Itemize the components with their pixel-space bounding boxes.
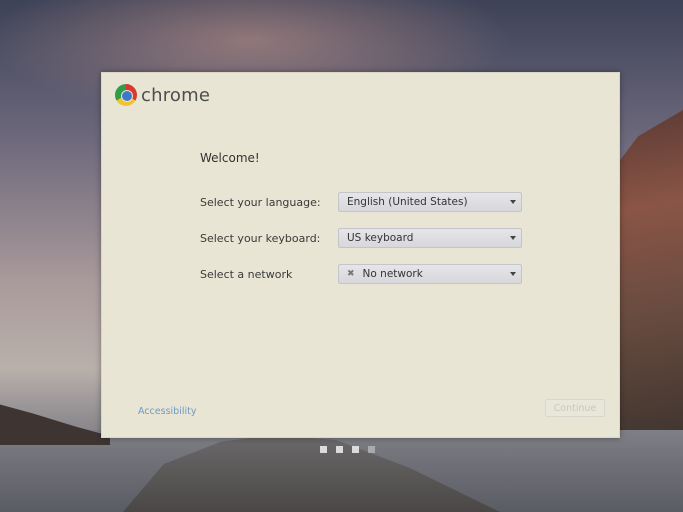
- step-dot: [352, 446, 359, 453]
- chevron-down-icon: [510, 236, 516, 240]
- step-dot: [320, 446, 327, 453]
- keyboard-label: Select your keyboard:: [200, 231, 321, 245]
- network-label: Select a network: [200, 267, 293, 281]
- chevron-down-icon: [510, 200, 516, 204]
- language-row: Select your language: English (United St…: [200, 191, 530, 213]
- brand: chrome: [115, 84, 210, 106]
- step-dot: [368, 446, 375, 453]
- accessibility-link[interactable]: Accessibility: [138, 406, 196, 417]
- oobe-welcome-dialog: chrome Welcome! Select your language: En…: [101, 72, 620, 438]
- step-dot: [336, 446, 343, 453]
- welcome-title: Welcome!: [200, 151, 260, 165]
- network-row: Select a network ✖ No network: [200, 263, 530, 285]
- chrome-logo-icon: [115, 84, 137, 106]
- continue-label: Continue: [553, 402, 597, 414]
- brand-name: chrome: [141, 84, 211, 106]
- keyboard-value: US keyboard: [347, 232, 414, 244]
- network-value: No network: [362, 268, 423, 280]
- language-label: Select your language:: [200, 195, 321, 209]
- no-network-icon: ✖: [347, 269, 355, 279]
- language-value: English (United States): [347, 196, 468, 208]
- language-select[interactable]: English (United States): [338, 192, 522, 212]
- chevron-down-icon: [510, 272, 516, 276]
- keyboard-row: Select your keyboard: US keyboard: [200, 227, 530, 249]
- oobe-step-indicator: [320, 446, 375, 453]
- network-select[interactable]: ✖ No network: [338, 264, 522, 284]
- continue-button[interactable]: Continue: [545, 399, 605, 417]
- keyboard-select[interactable]: US keyboard: [338, 228, 522, 248]
